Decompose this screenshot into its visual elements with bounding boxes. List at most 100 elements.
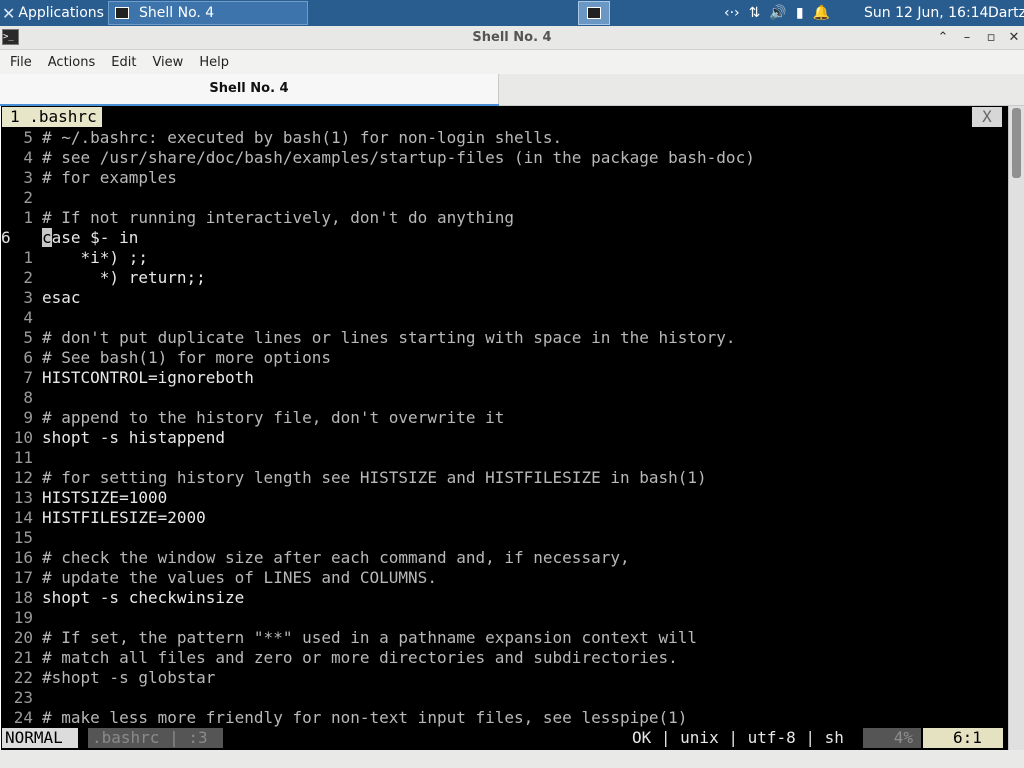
scrollbar-thumb[interactable] — [1012, 108, 1021, 178]
vim-line[interactable]: 8 — [1, 388, 1008, 408]
user-menu[interactable]: Dartz — [988, 0, 1024, 26]
terminal-area[interactable]: 1 .bashrc X 5 # ~/.bashrc: executed by ba… — [1, 106, 1008, 750]
vim-line[interactable]: 11 — [1, 448, 1008, 468]
vim-line[interactable]: 3 # for examples — [1, 168, 1008, 188]
line-text: # check the window size after each comma… — [42, 548, 630, 567]
line-number: 15 — [13, 528, 33, 547]
line-text: # update the values of LINES and COLUMNS… — [42, 568, 437, 587]
vim-line[interactable]: 15 — [1, 528, 1008, 548]
vim-line[interactable]: 20 # If set, the pattern "**" used in a p… — [1, 628, 1008, 648]
line-number: 20 — [13, 628, 33, 647]
line-number: 6 — [23, 348, 33, 367]
text-cursor: c — [42, 228, 52, 247]
line-text: case $- in — [42, 228, 138, 248]
line-number: 4 — [23, 148, 33, 167]
vim-line[interactable]: 7 HISTCONTROL=ignoreboth — [1, 368, 1008, 388]
vim-line[interactable]: 2 — [1, 188, 1008, 208]
menu-view[interactable]: View — [144, 55, 191, 70]
vim-statusline: NORMAL .bashrc | :3 OK | unix | utf-8 | … — [1, 728, 1003, 748]
vim-line[interactable]: 13 HISTSIZE=1000 — [1, 488, 1008, 508]
vim-line[interactable]: 24 # make less more friendly for non-text… — [1, 708, 1008, 728]
line-number: 13 — [13, 488, 33, 507]
notification-bell-icon[interactable]: 🔔 — [813, 5, 830, 21]
vim-line[interactable]: 6 # See bash(1) for more options — [1, 348, 1008, 368]
menu-actions[interactable]: Actions — [40, 55, 104, 70]
vim-line[interactable]: 14 HISTFILESIZE=2000 — [1, 508, 1008, 528]
vim-line[interactable]: 5 # ~/.bashrc: executed by bash(1) for no… — [1, 128, 1008, 148]
line-text: *) return;; — [42, 268, 206, 287]
vim-line[interactable]: 4 # see /usr/share/doc/bash/examples/star… — [1, 148, 1008, 168]
terminal-icon — [587, 7, 601, 19]
line-text-rest: ase $- in — [51, 228, 139, 247]
window-bottom-frame — [0, 750, 1024, 768]
vim-encoding-info: OK | unix | utf-8 | sh — [632, 728, 844, 747]
line-number: 3 — [23, 168, 33, 187]
vim-line[interactable]: 9 # append to the history file, don't ove… — [1, 408, 1008, 428]
tab-shell-no-4[interactable]: Shell No. 4 — [0, 74, 499, 106]
network-icon[interactable]: ‹·› — [724, 5, 740, 21]
line-text: # See bash(1) for more options — [42, 348, 331, 367]
applications-menu-button[interactable]: ✕ Applications — [0, 0, 104, 26]
line-text: # see /usr/share/doc/bash/examples/start… — [42, 148, 755, 167]
vim-line[interactable]: 21 # match all files and zero or more dir… — [1, 648, 1008, 668]
line-number: 5 — [23, 128, 33, 147]
vim-line[interactable]: 16 # check the window size after each com… — [1, 548, 1008, 568]
vim-buffer-tab[interactable]: 1 .bashrc — [2, 107, 102, 127]
vim-line[interactable]: 6 case $- in — [1, 228, 1008, 248]
vim-line[interactable]: 23 — [1, 688, 1008, 708]
line-number: 3 — [23, 288, 33, 307]
vim-line[interactable]: 19 — [1, 608, 1008, 628]
volume-icon[interactable]: 🔊 — [769, 5, 786, 21]
line-number: 14 — [13, 508, 33, 527]
minimize-button[interactable]: – — [958, 28, 976, 48]
vim-line[interactable]: 22 #shopt -s globstar — [1, 668, 1008, 688]
vim-close-tab-button[interactable]: X — [972, 107, 1002, 127]
vim-line[interactable]: 1 *i*) ;; — [1, 248, 1008, 268]
terminal-scrollbar[interactable] — [1008, 106, 1024, 750]
vim-line[interactable]: 4 — [1, 308, 1008, 328]
line-number: 2 — [23, 188, 33, 207]
window-titlebar[interactable]: >_ Shell No. 4 ⌃ – ▫ ✕ — [0, 26, 1024, 50]
line-number: 1 — [23, 248, 33, 267]
battery-icon[interactable]: ▮ — [796, 5, 804, 21]
line-text: HISTFILESIZE=2000 — [42, 508, 206, 527]
terminal-icon — [115, 7, 129, 19]
clock[interactable]: Sun 12 Jun, 16:14 — [864, 0, 988, 26]
close-button[interactable]: ✕ — [1005, 28, 1023, 48]
vim-line[interactable]: 12 # for setting history length see HISTS… — [1, 468, 1008, 488]
vim-line[interactable]: 5 # don't put duplicate lines or lines st… — [1, 328, 1008, 348]
vim-scroll-percent: 4% — [863, 728, 921, 748]
vim-mode-indicator: NORMAL — [2, 728, 78, 748]
line-number: 2 — [23, 268, 33, 287]
applications-label: Applications — [18, 5, 104, 21]
line-number: 16 — [13, 548, 33, 567]
line-number: 8 — [23, 388, 33, 407]
vim-line[interactable]: 1 # If not running interactively, don't d… — [1, 208, 1008, 228]
vim-line[interactable]: 3 esac — [1, 288, 1008, 308]
updown-arrows-icon[interactable]: ⇅ — [749, 5, 761, 21]
menu-bar: File Actions Edit View Help — [0, 50, 1024, 74]
vim-line[interactable]: 2 *) return;; — [1, 268, 1008, 288]
line-text: # for examples — [42, 168, 177, 187]
vim-line[interactable]: 18 shopt -s checkwinsize — [1, 588, 1008, 608]
line-number: 11 — [13, 448, 33, 467]
system-tray: ‹·› ⇅ 🔊 ▮ 🔔 — [724, 0, 839, 26]
line-number: 10 — [13, 428, 33, 447]
taskbar-button-shell[interactable]: Shell No. 4 — [108, 1, 308, 25]
vim-line[interactable]: 10 shopt -s histappend — [1, 428, 1008, 448]
vim-line[interactable]: 17 # update the values of LINES and COLUM… — [1, 568, 1008, 588]
workspace-switcher[interactable] — [578, 1, 610, 25]
menu-help[interactable]: Help — [191, 55, 237, 70]
line-text: esac — [42, 288, 81, 307]
maximize-button[interactable]: ▫ — [982, 28, 1000, 48]
shade-button[interactable]: ⌃ — [934, 28, 952, 48]
menu-file[interactable]: File — [0, 55, 40, 70]
line-number: 21 — [13, 648, 33, 667]
tab-bar: Shell No. 4 — [0, 74, 1024, 106]
line-number: 1 — [23, 208, 33, 227]
line-text: #shopt -s globstar — [42, 668, 216, 687]
line-number: 9 — [23, 408, 33, 427]
line-text: # If set, the pattern "**" used in a pat… — [42, 628, 698, 647]
menu-edit[interactable]: Edit — [103, 55, 144, 70]
line-number: 24 — [13, 708, 33, 727]
